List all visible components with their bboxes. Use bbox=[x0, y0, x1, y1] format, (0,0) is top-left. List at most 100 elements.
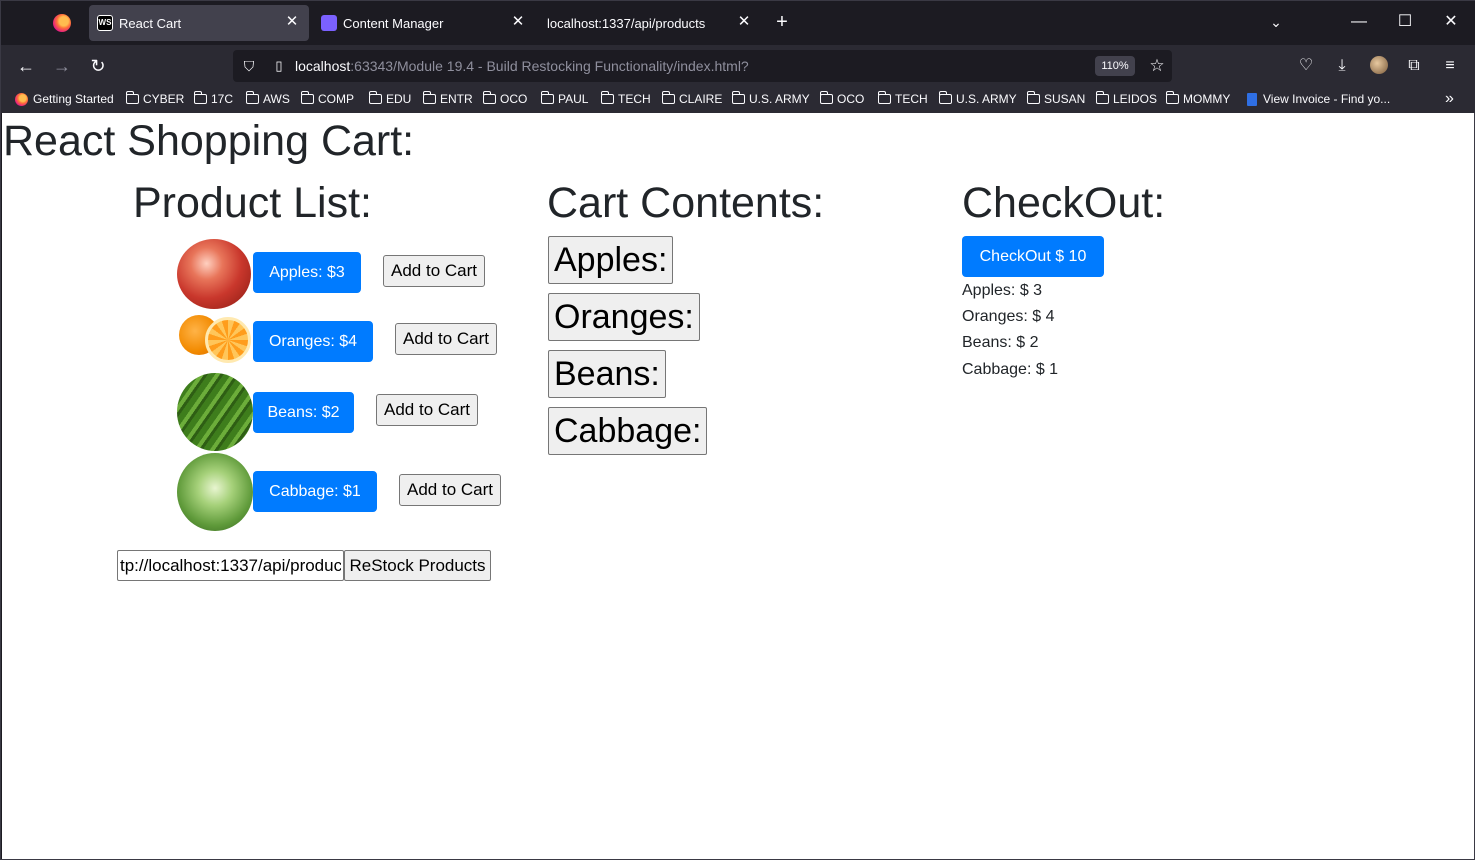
bookmark-label: CYBER bbox=[143, 92, 185, 106]
checkout-line-oranges: Oranges: $ 4 bbox=[962, 308, 1055, 325]
bookmark-folder[interactable]: PAUL bbox=[540, 91, 588, 106]
restock-url-input[interactable] bbox=[117, 550, 344, 581]
chevron-double-right-icon[interactable]: » bbox=[1445, 90, 1454, 108]
navigation-bar: ← → ↻ ⛉ ▯ localhost:63343/Module 19.4 - … bbox=[1, 45, 1475, 87]
tab-content-manager[interactable]: Content Manager ✕ bbox=[313, 5, 535, 41]
folder-icon bbox=[1095, 91, 1109, 104]
bookmark-label: U.S. ARMY bbox=[749, 92, 810, 106]
bookmark-folder[interactable]: U.S. ARMY bbox=[731, 91, 810, 106]
bookmarks-toolbar: Getting Started CYBER 17C AWS COMP EDU E… bbox=[1, 87, 1475, 113]
tab-api-products[interactable]: localhost:1337/api/products ✕ bbox=[539, 5, 761, 41]
back-icon[interactable]: ← bbox=[13, 53, 39, 79]
menu-icon[interactable]: ≡ bbox=[1437, 53, 1463, 79]
forward-icon[interactable]: → bbox=[49, 53, 75, 79]
bookmark-star-icon[interactable]: ☆ bbox=[1145, 54, 1169, 78]
add-to-cart-oranges-button[interactable]: Add to Cart bbox=[395, 323, 497, 355]
bookmark-folder[interactable]: TECH bbox=[600, 91, 651, 106]
folder-icon bbox=[938, 91, 952, 104]
folder-icon bbox=[422, 91, 436, 104]
shield-icon[interactable]: ⛉ bbox=[241, 58, 257, 74]
bookmark-folder[interactable]: MOMMY bbox=[1165, 91, 1231, 106]
bookmark-folder[interactable]: OCO bbox=[819, 91, 865, 106]
bookmark-item[interactable]: View Invoice - Find yo... bbox=[1247, 92, 1390, 106]
product-oranges-button[interactable]: Oranges: $4 bbox=[253, 321, 373, 362]
tab-title: localhost:1337/api/products bbox=[547, 16, 706, 31]
product-apples-button[interactable]: Apples: $3 bbox=[253, 252, 361, 293]
restock-products-button[interactable]: ReStock Products bbox=[344, 550, 491, 581]
bookmark-label: COMP bbox=[318, 92, 354, 106]
window-close-icon[interactable]: ✕ bbox=[1431, 7, 1471, 37]
bookmark-folder[interactable]: ENTR bbox=[422, 91, 473, 106]
close-icon[interactable]: ✕ bbox=[735, 13, 753, 31]
bookmark-folder[interactable]: AWS bbox=[245, 91, 290, 106]
bookmark-item[interactable]: Getting Started bbox=[15, 92, 114, 106]
tab-react-cart[interactable]: WS React Cart ✕ bbox=[89, 5, 309, 41]
url-host: localhost bbox=[295, 58, 351, 74]
add-to-cart-apples-button[interactable]: Add to Cart bbox=[383, 255, 485, 287]
bookmark-folder[interactable]: CLAIRE bbox=[661, 91, 722, 106]
bookmark-folder[interactable]: OCO bbox=[482, 91, 528, 106]
close-icon[interactable]: ✕ bbox=[509, 13, 527, 31]
zoom-level[interactable]: 110% bbox=[1095, 56, 1135, 76]
product-beans-button[interactable]: Beans: $2 bbox=[253, 392, 354, 433]
new-tab-icon[interactable]: + bbox=[771, 11, 793, 33]
bookmark-folder[interactable]: LEIDOS bbox=[1095, 91, 1158, 106]
folder-icon bbox=[368, 91, 382, 104]
bookmark-label: OCO bbox=[500, 92, 528, 106]
checkout-line-beans: Beans: $ 2 bbox=[962, 334, 1039, 351]
bookmark-folder[interactable]: SUSAN bbox=[1026, 91, 1086, 106]
download-icon[interactable]: ⤓ bbox=[1329, 53, 1355, 79]
folder-icon bbox=[731, 91, 745, 104]
close-icon[interactable]: ✕ bbox=[283, 13, 301, 31]
bookmark-folder[interactable]: U.S. ARMY bbox=[938, 91, 1017, 106]
bookmark-folder[interactable]: COMP bbox=[300, 91, 354, 106]
reload-icon[interactable]: ↻ bbox=[85, 53, 111, 79]
account-avatar-icon[interactable] bbox=[1370, 56, 1388, 74]
beans-image bbox=[177, 373, 253, 451]
cart-item-oranges[interactable]: Oranges: bbox=[548, 293, 700, 341]
page-title: React Shopping Cart: bbox=[3, 117, 415, 165]
folder-icon bbox=[661, 91, 675, 104]
url-text[interactable]: localhost:63343/Module 19.4 - Build Rest… bbox=[295, 58, 749, 74]
tab-strip: WS React Cart ✕ Content Manager ✕ localh… bbox=[1, 1, 1475, 45]
cart-item-cabbage[interactable]: Cabbage: bbox=[548, 407, 708, 455]
webstorm-icon: WS bbox=[97, 15, 113, 31]
add-to-cart-cabbage-button[interactable]: Add to Cart bbox=[399, 474, 501, 506]
strapi-icon bbox=[321, 15, 337, 31]
maximize-icon[interactable]: ☐ bbox=[1385, 7, 1425, 37]
chevron-down-icon[interactable]: ⌄ bbox=[1265, 11, 1287, 33]
bookmark-label: TECH bbox=[618, 92, 651, 106]
cart-contents-heading: Cart Contents: bbox=[547, 179, 825, 227]
folder-icon bbox=[300, 91, 314, 104]
bookmark-folder[interactable]: EDU bbox=[368, 91, 411, 106]
orange-slice bbox=[205, 317, 251, 363]
folder-icon bbox=[193, 91, 207, 104]
checkout-button[interactable]: CheckOut $ 10 bbox=[962, 236, 1104, 277]
checkout-line-apples: Apples: $ 3 bbox=[962, 282, 1043, 299]
bookmark-label: ENTR bbox=[440, 92, 473, 106]
bookmark-folder[interactable]: 17C bbox=[193, 91, 233, 106]
page-icon[interactable]: ▯ bbox=[271, 58, 287, 74]
extensions-icon[interactable]: ⧉ bbox=[1401, 53, 1427, 79]
bookmark-folder[interactable]: CYBER bbox=[125, 91, 185, 106]
tab-title: React Cart bbox=[119, 16, 182, 31]
folder-icon bbox=[1165, 91, 1179, 104]
folder-icon bbox=[819, 91, 833, 104]
product-list-heading: Product List: bbox=[133, 179, 372, 227]
add-to-cart-beans-button[interactable]: Add to Cart bbox=[376, 394, 478, 426]
product-cabbage-button[interactable]: Cabbage: $1 bbox=[253, 471, 377, 512]
cart-item-beans[interactable]: Beans: bbox=[548, 350, 666, 398]
address-bar[interactable]: ⛉ ▯ localhost:63343/Module 19.4 - Build … bbox=[233, 50, 1172, 82]
bookmark-label: SUSAN bbox=[1044, 92, 1086, 106]
bookmark-label: LEIDOS bbox=[1113, 92, 1158, 106]
folder-icon bbox=[482, 91, 496, 104]
bookmark-label: U.S. ARMY bbox=[956, 92, 1017, 106]
bookmark-folder[interactable]: TECH bbox=[877, 91, 928, 106]
pocket-icon[interactable]: ♡ bbox=[1293, 53, 1319, 79]
bookmark-label: OCO bbox=[837, 92, 865, 106]
minimize-icon[interactable]: — bbox=[1339, 7, 1379, 37]
firefox-icon[interactable] bbox=[53, 14, 71, 32]
bookmark-label: MOMMY bbox=[1183, 92, 1231, 106]
checkout-line-cabbage: Cabbage: $ 1 bbox=[962, 361, 1059, 378]
cart-item-apples[interactable]: Apples: bbox=[548, 236, 674, 284]
